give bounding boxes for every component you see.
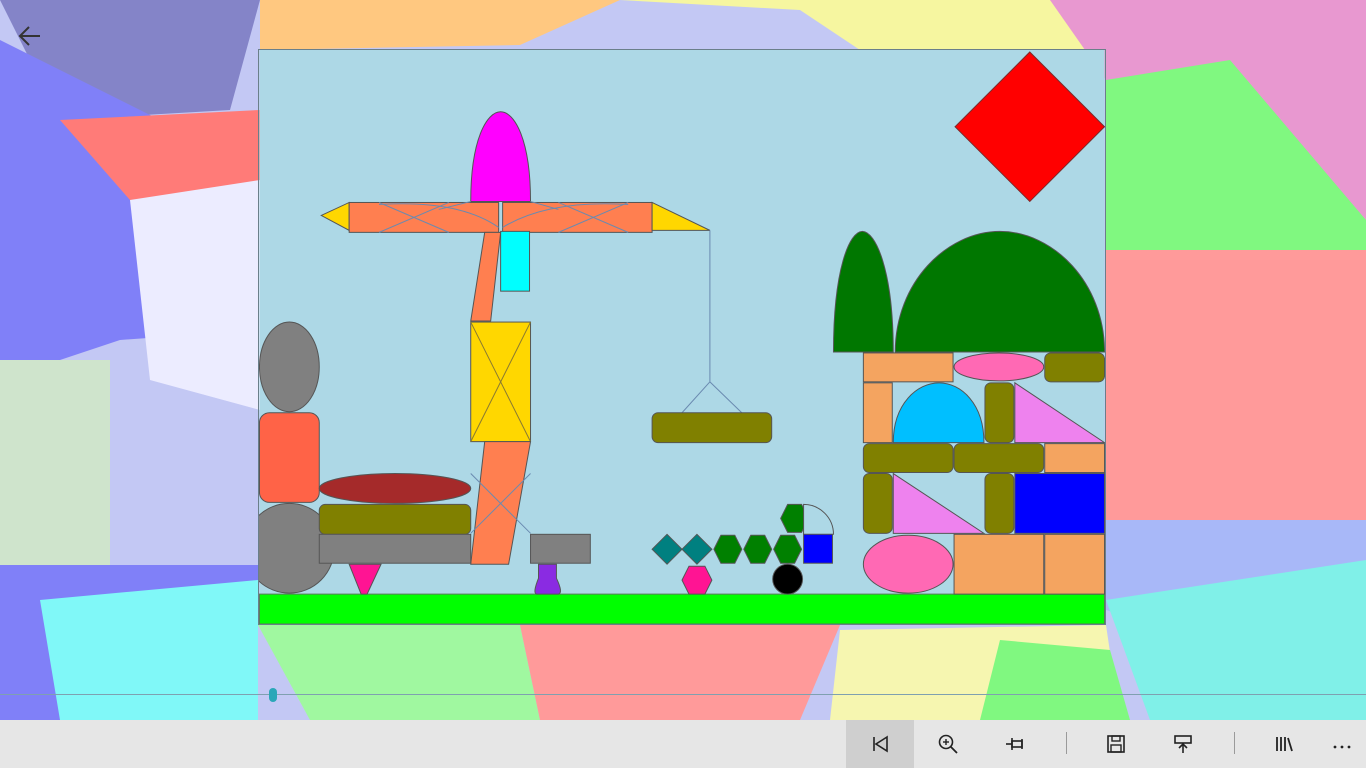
- black-ball[interactable]: [772, 563, 804, 595]
- coral-arm-left[interactable]: [348, 201, 500, 233]
- pin-button[interactable]: [982, 720, 1050, 768]
- library-icon: [1276, 737, 1293, 752]
- sand-brick-top[interactable]: [862, 352, 954, 383]
- gray-slab-left[interactable]: [318, 533, 472, 564]
- more-icon: [1333, 745, 1351, 749]
- skip-to-start-icon: [873, 735, 888, 753]
- separator: [1234, 732, 1235, 754]
- purple-foot-block[interactable]: [534, 563, 561, 595]
- timeline-track[interactable]: [0, 694, 1366, 695]
- brown-red-disc[interactable]: [318, 473, 472, 504]
- pin-icon: [1006, 738, 1023, 750]
- gray-slab-right[interactable]: [530, 533, 591, 564]
- save-icon: [1107, 735, 1125, 753]
- sand-brick-bottom-right[interactable]: [1044, 533, 1105, 595]
- cyan-block[interactable]: [500, 230, 531, 292]
- deep-pink-hexagon[interactable]: [681, 565, 713, 595]
- olive-hanging-bar[interactable]: [651, 412, 773, 444]
- olive-pillar-right[interactable]: [984, 473, 1015, 534]
- sand-brick-bottom-left[interactable]: [953, 533, 1045, 595]
- timeline-slider[interactable]: [0, 688, 1366, 702]
- back-arrow-icon: [18, 26, 40, 46]
- olive-pillar-left[interactable]: [862, 473, 893, 534]
- pink-oval-bottom[interactable]: [862, 534, 954, 594]
- sand-brick-mid[interactable]: [1044, 443, 1105, 474]
- pink-oval-top[interactable]: [953, 352, 1045, 382]
- olive-pad-top-right[interactable]: [1044, 352, 1105, 383]
- blue-block-large[interactable]: [1014, 473, 1105, 534]
- olive-beam-left[interactable]: [862, 443, 954, 474]
- separator: [1066, 732, 1067, 754]
- more-button[interactable]: [1308, 720, 1366, 768]
- save-button[interactable]: [1082, 720, 1150, 768]
- olive-pad[interactable]: [318, 503, 472, 535]
- back-button[interactable]: [8, 16, 52, 56]
- upload-icon: [1174, 735, 1192, 753]
- restart-button[interactable]: [846, 720, 914, 768]
- game-scene[interactable]: [258, 49, 1106, 625]
- timeline-thumb[interactable]: [269, 688, 278, 702]
- blue-small-block[interactable]: [803, 533, 833, 564]
- zoom-button[interactable]: [914, 720, 982, 768]
- command-bar: [0, 720, 1366, 768]
- zoom-in-icon: [938, 734, 958, 754]
- gray-head-oval[interactable]: [259, 321, 320, 413]
- olive-pillar-mid[interactable]: [984, 382, 1015, 444]
- olive-beam-right[interactable]: [953, 443, 1045, 474]
- coral-arm-right[interactable]: [502, 201, 653, 233]
- sand-pillar-left[interactable]: [862, 382, 893, 444]
- ground-platform: [259, 593, 1105, 624]
- share-button[interactable]: [1149, 720, 1217, 768]
- tomato-body-block[interactable]: [259, 412, 320, 503]
